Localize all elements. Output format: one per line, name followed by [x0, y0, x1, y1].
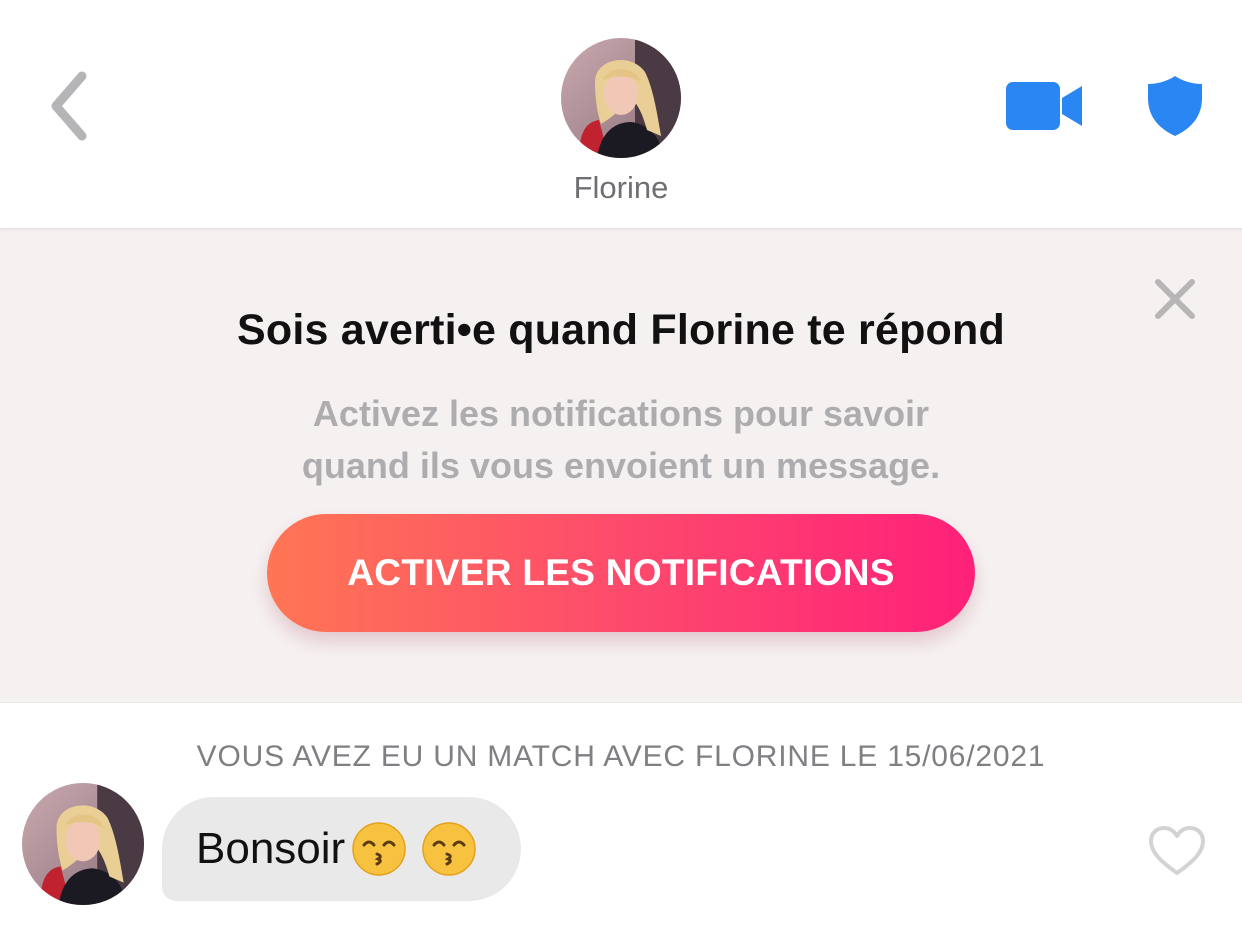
chat-screen: Florine Sois averti•e quand Florine te r…	[0, 0, 1242, 928]
chat-header: Florine	[0, 0, 1242, 228]
banner-title: Sois averti•e quand Florine te répond	[237, 306, 1005, 354]
avatar-photo	[561, 38, 681, 158]
message-text: Bonsoir	[196, 824, 346, 873]
match-name[interactable]: Florine	[0, 170, 1242, 206]
banner-subtitle: Activez les notifications pour savoir qu…	[301, 393, 941, 486]
avatar-photo	[22, 783, 144, 905]
like-message-button[interactable]	[1146, 822, 1208, 880]
match-date-info: VOUS AVEZ EU UN MATCH AVEC FLORINE LE 15…	[196, 740, 1046, 773]
back-button[interactable]	[38, 66, 98, 146]
video-call-button[interactable]	[1002, 78, 1086, 134]
enable-notifications-button[interactable]: ACTIVER LES NOTIFICATIONS	[267, 514, 975, 632]
message-bubble[interactable]: Bonsoir	[162, 797, 522, 901]
video-camera-icon	[1006, 82, 1082, 130]
heart-outline-icon	[1149, 826, 1205, 875]
kissing-face-emoji-icon	[422, 822, 476, 876]
safety-button[interactable]	[1142, 70, 1208, 142]
chevron-left-icon	[51, 71, 87, 141]
enable-notifications-label: ACTIVER LES NOTIFICATIONS	[347, 552, 895, 593]
notification-banner: Sois averti•e quand Florine te répond Ac…	[0, 228, 1242, 703]
sender-avatar[interactable]	[22, 783, 144, 905]
shield-icon	[1148, 76, 1202, 136]
match-avatar[interactable]	[561, 38, 681, 158]
kissing-face-emoji-icon	[352, 822, 406, 876]
